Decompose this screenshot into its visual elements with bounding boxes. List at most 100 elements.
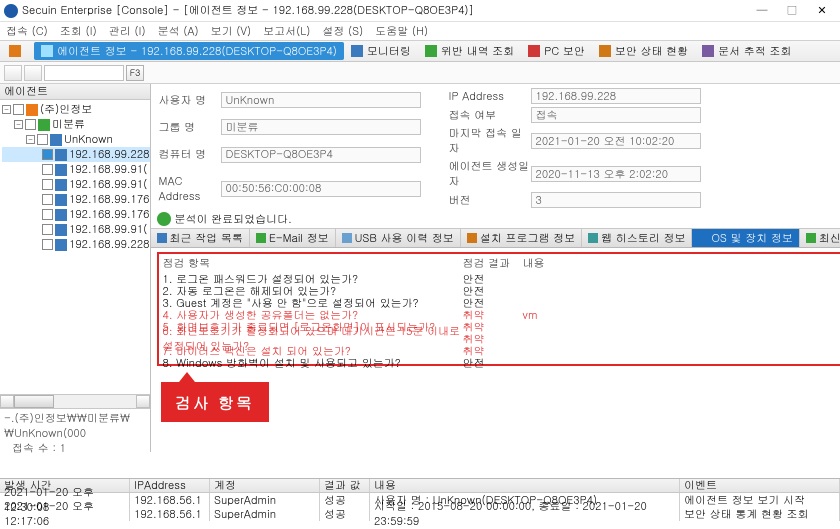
menu-query[interactable]: 조회 (I) [60,24,97,39]
check-row[interactable]: 8. Windows 방화벽이 설치 및 사용되고 있는가?안전 [163,357,840,369]
tab-4[interactable]: 웹 히스토리 정보 [582,229,692,247]
event-row[interactable]: 2021-01-20 오후 12:17:06192.168.56.1SuperA… [0,507,840,521]
menu-bar: 접속 (C) 조회 (I) 관리 (I) 분석 (A) 보기 (V) 보고서(L… [0,22,840,40]
tree-checkbox[interactable] [42,224,53,235]
tree-checkbox[interactable] [37,134,48,145]
toolbar-doc-trace[interactable]: 문서 추적 조회 [695,42,798,60]
tab-5[interactable]: OS 및 장치 정보 [692,229,799,247]
tree-expand-icon[interactable]: - [26,135,35,144]
check-detail: vm [523,308,840,323]
menu-manage[interactable]: 관리 (I) [109,24,146,39]
tab-3[interactable]: 설치 프로그램 정보 [461,229,582,247]
tree-host[interactable]: UnKnown [64,132,113,147]
close-button[interactable]: ✕ [808,2,836,20]
label-created: 에이전트 생성일자 [441,159,531,189]
toolbar-security-status[interactable]: 보안 상태 현황 [592,42,695,60]
col-event-name: 이벤트 [680,479,840,492]
label-user: 사용자 명 [151,93,221,108]
agent-icon [55,209,67,221]
label-computer: 컴퓨터 명 [151,147,221,162]
tab-6[interactable]: 최신 업데이트 정보 [800,229,840,247]
tree-checkbox[interactable] [42,194,53,205]
f3-button[interactable]: F3 [126,65,144,81]
agent-label: 192.168.99.91( [69,222,147,237]
sub-btn-1[interactable] [4,65,22,81]
tree-agent[interactable]: 192.168.99.91( [2,162,150,177]
tab-label: OS 및 장치 정보 [711,231,792,246]
agent-label: 192.168.99.176 [69,192,150,207]
tree-agent[interactable]: 192.168.99.176 [2,192,150,207]
value-connected: 접속 [531,107,701,123]
value-created: 2020-11-13 오후 2:02:20 [531,166,701,182]
menu-view[interactable]: 보기 (V) [211,24,252,39]
agent-icon [55,164,67,176]
label-version: 버전 [441,193,531,208]
check-item-text: 8. Windows 방화벽이 설치 및 사용되고 있는가? [163,356,463,371]
sidebar-connected-count: 접속 수 : 1 [4,441,146,456]
tab-icon [467,233,477,243]
toolbar-violation[interactable]: 위반 내역 조회 [418,42,521,60]
tab-icon [157,233,167,243]
sidebar-header: 에이전트 [0,84,150,100]
col-check-result: 점검 결과 [463,256,523,271]
tree-group[interactable]: 미분류 [52,117,85,132]
label-mac: MAC Address [151,174,221,204]
value-group: 미분류 [221,119,421,135]
maximize-button[interactable]: □ [778,2,806,20]
col-event-account: 계정 [210,479,320,492]
menu-analyze[interactable]: 분석 (A) [158,24,199,39]
tree-agent[interactable]: 192.168.99.228 [2,237,150,252]
toolbar-pc-security[interactable]: PC 보안 [521,42,592,60]
tree-agent[interactable]: 192.168.99.228 [2,147,150,162]
sidebar: 에이전트 - (주)인정보 - 미분류 - UnKnown 192.168.99.22… [0,84,151,452]
tree-agent[interactable]: 192.168.99.91( [2,177,150,192]
callout-label: 검사 항목 [161,382,269,422]
tab-0[interactable]: 최근 작업 목록 [151,229,250,247]
tree-agent[interactable]: 192.168.99.91( [2,222,150,237]
agent-label: 192.168.99.176 [69,207,150,222]
tab-2[interactable]: USB 사용 이력 정보 [336,229,461,247]
tree-expand-icon[interactable]: - [2,105,11,114]
sub-btn-2[interactable] [24,65,42,81]
search-input[interactable] [44,65,124,81]
sidebar-path: -.(주)인정보₩₩미분류₩₩UnKnown(000 [4,411,146,441]
event-log-panel: 발생 시간 IPAddress 계정 결과 값 내용 이벤트 2021-01-2… [0,478,840,524]
minimize-button[interactable]: ─ [748,2,776,20]
sidebar-scrollbar[interactable] [0,394,150,408]
tree-checkbox[interactable] [42,149,53,160]
toolbar-home-button[interactable] [2,42,28,60]
tab-1[interactable]: E-Mail 정보 [250,229,336,247]
tree-org[interactable]: (주)인정보 [40,102,92,117]
menu-help[interactable]: 도움말 (H) [375,24,428,39]
agent-icon [55,179,67,191]
tree-expand-icon[interactable]: - [14,120,23,129]
label-ip: IP Address [441,89,531,104]
value-computer: DESKTOP-Q8OE3P4 [221,147,421,163]
tree-checkbox[interactable] [25,119,36,130]
status-text: 분석이 완료되었습니다. [175,212,292,227]
tab-label: USB 사용 이력 정보 [355,231,454,246]
toolbar-active-tab[interactable]: 에이전트 정보 - 192.168.99.228(DESKTOP-Q8OE3P4… [34,42,344,60]
agent-tree[interactable]: -(주)인정보 -미분류 -UnKnown 192.168.99.228192.… [0,100,150,394]
analysis-status: 분석이 완료되었습니다. [151,210,840,228]
detail-tabbar: 최근 작업 목록E-Mail 정보 USB 사용 이력 정보 설치 프로그램 정보 웹… [151,228,840,248]
toolbar-monitoring[interactable]: 모니터링 [344,42,418,60]
value-user: UnKnown [221,92,421,108]
menu-report[interactable]: 보고서(L) [263,24,310,39]
menu-connect[interactable]: 접속 (C) [6,24,48,39]
tree-agent[interactable]: 192.168.99.176 [2,207,150,222]
tree-checkbox[interactable] [42,239,53,250]
tab-label: 웹 히스토리 정보 [601,231,685,246]
col-check-item: 점검 항목 [163,256,463,271]
tree-checkbox[interactable] [13,104,24,115]
value-mac: 00:50:56:C0:00:08 [221,181,421,197]
window-titlebar: Secuin Enterprise [Console] - [에이전트 정보 -… [0,0,840,22]
tree-checkbox[interactable] [42,164,53,175]
tree-checkbox[interactable] [42,179,53,190]
tab-icon [698,233,708,243]
tree-checkbox[interactable] [42,209,53,220]
label-connected: 접속 여부 [441,108,531,123]
success-icon [157,212,171,226]
menu-settings[interactable]: 설정 (S) [322,24,363,39]
value-version: 3 [531,192,701,208]
